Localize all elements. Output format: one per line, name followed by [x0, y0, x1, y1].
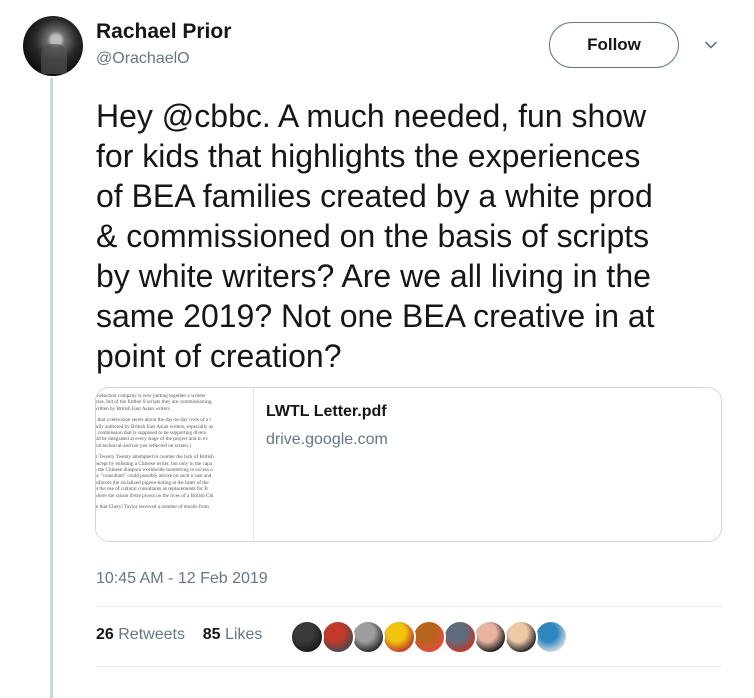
follow-button[interactable]: Follow	[549, 22, 679, 68]
thread-line	[50, 78, 53, 698]
tweet-stats: 26 Retweets 85 Likes	[96, 626, 262, 644]
preview-line: se that Cheryl Taylor received a number …	[96, 504, 209, 511]
author-display-name[interactable]: Rachael Prior	[96, 20, 231, 44]
tweet-text: Hey @cbbc. A much needed, fun show for k…	[96, 98, 655, 374]
liker-avatar[interactable]	[503, 620, 538, 654]
likes-label: Likes	[224, 626, 263, 643]
author-username[interactable]: @OrachaelO	[96, 50, 190, 68]
liker-avatar[interactable]	[351, 620, 385, 654]
divider	[96, 666, 722, 667]
link-card[interactable]: production company is now putting togeth…	[95, 387, 722, 542]
tweet-timestamp[interactable]: 10:45 AM - 12 Feb 2019	[96, 570, 268, 588]
divider	[96, 606, 722, 607]
card-domain: drive.google.com	[266, 431, 388, 448]
card-title: LWTL Letter.pdf	[266, 403, 387, 420]
liker-avatar[interactable]	[412, 620, 446, 654]
liker-avatar[interactable]	[473, 620, 507, 654]
retweets-stat[interactable]: 26 Retweets	[96, 626, 185, 643]
liker-avatar[interactable]	[534, 620, 568, 654]
chevron-down-icon[interactable]	[704, 38, 718, 52]
liker-avatar[interactable]	[290, 620, 324, 654]
retweets-label: Retweets	[118, 626, 185, 643]
likes-stat[interactable]: 85 Likes	[203, 626, 263, 643]
likes-count: 85	[202, 626, 221, 643]
liker-avatar[interactable]	[381, 620, 416, 654]
liker-avatar[interactable]	[320, 620, 355, 654]
author-avatar[interactable]	[23, 16, 83, 76]
retweets-count: 26	[96, 626, 114, 643]
liker-avatar[interactable]	[442, 620, 477, 654]
pdf-preview-thumbnail: production company is now putting togeth…	[96, 388, 254, 541]
